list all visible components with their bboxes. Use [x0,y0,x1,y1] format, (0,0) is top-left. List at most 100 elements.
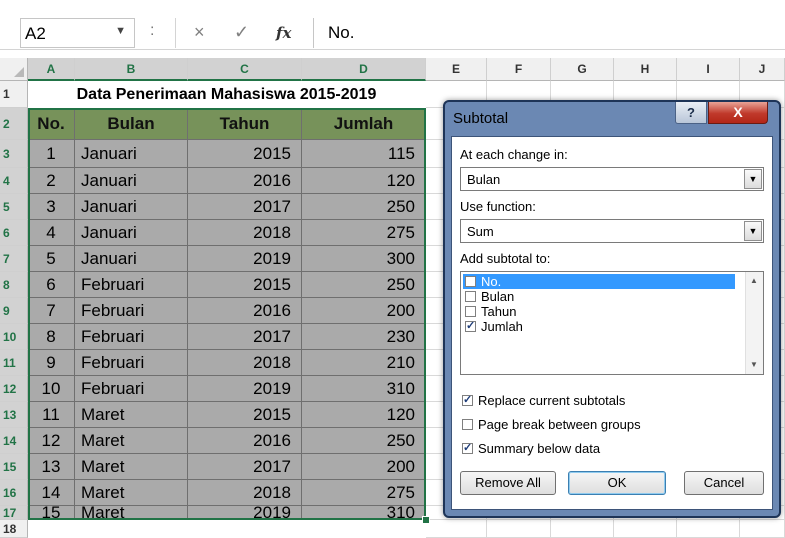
name-box-dropdown-icon[interactable]: ▼ [115,25,126,37]
ok-button[interactable]: OK [568,471,666,495]
table-cell-jumlah[interactable]: 250 [302,428,426,454]
table-cell-jumlah[interactable]: 275 [302,480,426,506]
subtotal-item-no[interactable]: No. [463,274,735,289]
name-box[interactable]: A2 ▼ [20,18,135,48]
scroll-down-icon[interactable]: ▼ [750,360,758,369]
subtotal-item-checkbox[interactable] [465,319,476,333]
column-header-c[interactable]: C [188,58,302,81]
row-header-15[interactable]: 15 [0,454,28,480]
header-cell-no[interactable]: No. [28,108,75,140]
table-cell-no[interactable]: 11 [28,402,75,428]
table-cell-bulan[interactable]: Februari [75,324,188,350]
row-header-9[interactable]: 9 [0,298,28,324]
table-cell-bulan[interactable]: Januari [75,246,188,272]
header-cell-jumlah[interactable]: Jumlah [302,108,426,140]
chevron-down-icon[interactable]: ▼ [744,221,762,241]
row-header-10[interactable]: 10 [0,324,28,350]
column-header-a[interactable]: A [28,58,75,81]
use-function-select[interactable]: Sum ▼ [460,219,764,243]
row-header-13[interactable]: 13 [0,402,28,428]
table-cell-jumlah[interactable]: 115 [302,140,426,168]
table-cell-no[interactable]: 9 [28,350,75,376]
formula-input[interactable]: No. [313,18,785,48]
insert-function-icon[interactable]: fx [276,24,291,42]
table-cell-tahun[interactable]: 2016 [188,428,302,454]
cell[interactable] [677,520,740,538]
page-break-option[interactable]: Page break between groups [460,417,641,432]
table-cell-jumlah[interactable]: 200 [302,298,426,324]
table-cell-tahun[interactable]: 2018 [188,220,302,246]
table-cell-jumlah[interactable]: 300 [302,246,426,272]
row-header-6[interactable]: 6 [0,220,28,246]
table-cell-tahun[interactable]: 2017 [188,324,302,350]
row-header-2[interactable]: 2 [0,108,28,140]
list-scrollbar[interactable]: ▲ ▼ [745,272,763,374]
table-cell-no[interactable]: 1 [28,140,75,168]
formula-bar-splitter[interactable]: : [150,22,154,40]
table-cell-no[interactable]: 2 [28,168,75,194]
table-cell-bulan[interactable]: Januari [75,168,188,194]
table-cell-bulan[interactable]: Maret [75,454,188,480]
cell[interactable] [487,520,551,538]
table-cell-tahun[interactable]: 2015 [188,402,302,428]
at-each-change-select[interactable]: Bulan ▼ [460,167,764,191]
table-cell-bulan[interactable]: Februari [75,298,188,324]
table-cell-no[interactable]: 3 [28,194,75,220]
table-cell-jumlah[interactable]: 250 [302,272,426,298]
cell[interactable] [551,520,614,538]
remove-all-button[interactable]: Remove All [460,471,556,495]
row-header-1[interactable]: 1 [0,81,28,108]
table-cell-tahun[interactable]: 2017 [188,454,302,480]
table-cell-bulan[interactable]: Maret [75,480,188,506]
scroll-up-icon[interactable]: ▲ [750,276,758,285]
table-cell-jumlah[interactable]: 275 [302,220,426,246]
table-cell-jumlah[interactable]: 120 [302,402,426,428]
table-cell-jumlah[interactable]: 310 [302,376,426,402]
table-cell-tahun[interactable]: 2015 [188,272,302,298]
header-cell-tahun[interactable]: Tahun [188,108,302,140]
subtotal-item-checkbox[interactable] [465,276,476,288]
column-header-d[interactable]: D [302,58,426,81]
column-header-f[interactable]: F [487,58,551,81]
column-header-j[interactable]: J [740,58,785,81]
table-cell-bulan[interactable]: Maret [75,402,188,428]
table-cell-tahun[interactable]: 2015 [188,140,302,168]
table-cell-no[interactable]: 10 [28,376,75,402]
row-header-11[interactable]: 11 [0,350,28,376]
cell[interactable] [426,520,487,538]
table-cell-bulan[interactable]: Februari [75,350,188,376]
row-header-12[interactable]: 12 [0,376,28,402]
table-cell-no[interactable]: 5 [28,246,75,272]
table-cell-bulan[interactable]: Februari [75,376,188,402]
row-header-7[interactable]: 7 [0,246,28,272]
table-cell-no[interactable]: 13 [28,454,75,480]
header-cell-bulan[interactable]: Bulan [75,108,188,140]
column-header-h[interactable]: H [614,58,677,81]
table-cell-jumlah[interactable]: 200 [302,454,426,480]
table-cell-tahun[interactable]: 2018 [188,350,302,376]
add-subtotal-list[interactable]: No.BulanTahunJumlah ▲ ▼ [460,271,764,375]
table-cell-bulan[interactable]: Februari [75,272,188,298]
column-header-e[interactable]: E [426,58,487,81]
table-cell-bulan[interactable]: Januari [75,140,188,168]
cancel-button[interactable]: Cancel [684,471,764,495]
summary-below-option[interactable]: Summary below data [460,441,600,456]
subtotal-item-bulan[interactable]: Bulan [463,289,514,304]
chevron-down-icon[interactable]: ▼ [744,169,762,189]
column-header-g[interactable]: G [551,58,614,81]
table-cell-bulan[interactable]: Maret [75,506,188,520]
table-cell-no[interactable]: 4 [28,220,75,246]
row-header-17[interactable]: 17 [0,506,28,520]
enter-entry-icon[interactable]: ✓ [234,22,249,43]
table-cell-jumlah[interactable]: 120 [302,168,426,194]
table-cell-no[interactable]: 8 [28,324,75,350]
table-cell-tahun[interactable]: 2017 [188,194,302,220]
row-header-16[interactable]: 16 [0,480,28,506]
table-cell-no[interactable]: 15 [28,506,75,520]
row-header-4[interactable]: 4 [0,168,28,194]
row-header-14[interactable]: 14 [0,428,28,454]
subtotal-item-checkbox[interactable] [465,291,476,303]
table-cell-no[interactable]: 7 [28,298,75,324]
table-cell-no[interactable]: 12 [28,428,75,454]
row-header-3[interactable]: 3 [0,140,28,168]
